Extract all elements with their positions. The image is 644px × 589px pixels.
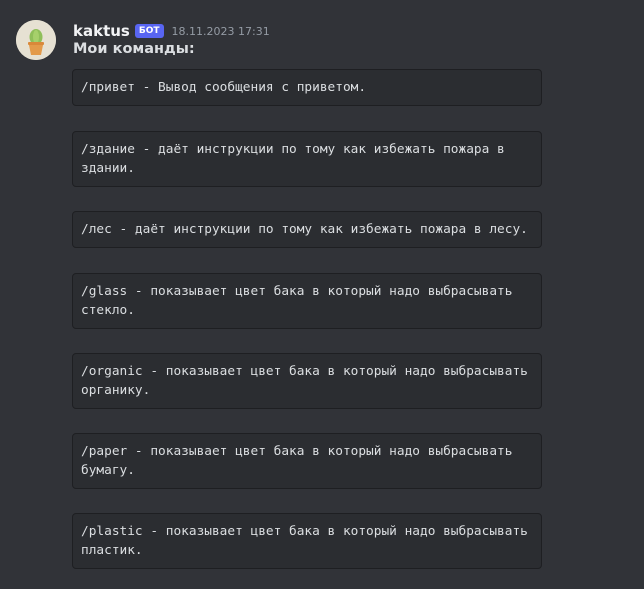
username[interactable]: kaktus [73,22,130,40]
cactus-pot-icon [16,20,56,60]
code-block-zdanie: /здание - даёт инструкции по тому как из… [72,131,542,187]
timestamp: 18.11.2023 17:31 [171,24,270,38]
code-block-paper: /paper - показывает цвет бака в который … [72,433,542,489]
code-block-plastic: /plastic - показывает цвет бака в которы… [72,513,542,569]
avatar[interactable] [16,20,56,60]
bot-badge: БОТ [134,24,164,38]
code-block-les: /лес - даёт инструкции по тому как избеж… [72,211,542,248]
code-block-glass: /glass - показывает цвет бака в который … [72,273,542,329]
code-block-privet: /привет - Вывод сообщения с приветом. [72,69,542,106]
message-intro: Мои команды: [73,41,195,57]
code-block-organic: /organic - показывает цвет бака в которы… [72,353,542,409]
message-header: kaktus БОТ 18.11.2023 17:31 [73,21,270,41]
chat-message: kaktus БОТ 18.11.2023 17:31 Мои команды:… [0,0,644,589]
